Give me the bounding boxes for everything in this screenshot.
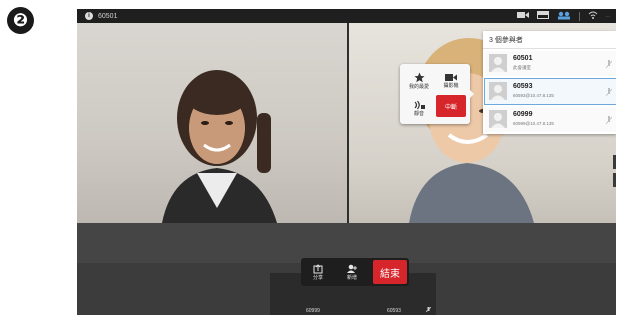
avatar-icon bbox=[489, 110, 507, 128]
add-participant-button[interactable]: 新增 bbox=[335, 258, 369, 286]
participants-panel: 3 個參與者 60501 此會議室 60593 60593@10.47.8.13… bbox=[483, 31, 616, 134]
side-handle-bottom[interactable] bbox=[613, 173, 616, 187]
call-id: 60501 bbox=[98, 12, 118, 20]
info-icon[interactable]: i bbox=[85, 12, 93, 20]
share-label: 分享 bbox=[312, 274, 323, 281]
selfview-label-left: 60999 bbox=[306, 307, 320, 314]
drop-participant-button[interactable]: 中斷 bbox=[436, 95, 466, 117]
muted-mic-icon bbox=[425, 306, 432, 315]
mute-button[interactable]: 靜音 bbox=[402, 94, 436, 122]
favorite-button[interactable]: 我的最愛 bbox=[402, 67, 436, 95]
participant-address: 60593@10.47.8.135 bbox=[513, 93, 554, 98]
participant-name: 60593 bbox=[513, 83, 533, 90]
top-status-bar: i 60501 ... bbox=[77, 9, 616, 23]
camera-label: 攝影機 bbox=[443, 83, 459, 89]
muted-mic-icon bbox=[605, 85, 613, 103]
drop-label: 中斷 bbox=[444, 104, 457, 111]
participants-title: 3 個參與者 bbox=[483, 31, 616, 49]
top-icons-group: ... bbox=[516, 10, 610, 22]
avatar-icon bbox=[489, 82, 507, 100]
muted-mic-icon bbox=[605, 57, 613, 75]
popup-arrow bbox=[470, 90, 474, 98]
side-handle-top[interactable] bbox=[613, 155, 616, 169]
muted-mic-icon bbox=[605, 113, 613, 131]
add-label: 新增 bbox=[346, 274, 357, 281]
call-controls-bar: 分享 新增 結束 bbox=[301, 258, 409, 286]
video-call-screen: i 60501 ... 分享 新增 結束 60999 60593 我的最愛 攝影… bbox=[77, 9, 616, 315]
end-call-button[interactable]: 結束 bbox=[373, 260, 407, 284]
participants-icon[interactable] bbox=[557, 11, 571, 22]
mute-audio-icon bbox=[414, 100, 425, 109]
lower-band bbox=[77, 223, 616, 263]
add-user-icon bbox=[347, 264, 357, 273]
mute-label: 靜音 bbox=[413, 110, 424, 117]
participant-name: 60501 bbox=[513, 55, 533, 62]
step-number: ❷ bbox=[12, 10, 29, 30]
favorite-label: 我的最愛 bbox=[408, 84, 429, 90]
star-icon bbox=[414, 72, 424, 83]
layout-icon[interactable] bbox=[536, 11, 549, 21]
remote-video-left bbox=[77, 23, 347, 223]
participant-row[interactable]: 60999 60999@10.47.8.135 bbox=[485, 107, 616, 132]
participant-action-popup: 我的最愛 攝影機 靜音 中斷 bbox=[400, 64, 474, 124]
share-button[interactable]: 分享 bbox=[301, 258, 335, 286]
step-number-badge: ❷ bbox=[7, 7, 34, 34]
selfview-labels: 60999 60593 bbox=[270, 306, 436, 315]
person-left-image bbox=[162, 70, 277, 223]
camera-icon[interactable] bbox=[516, 11, 529, 21]
topbar-right-text: ... bbox=[605, 13, 610, 19]
participant-row[interactable]: 60501 此會議室 bbox=[485, 51, 616, 76]
selfview-label-right: 60593 bbox=[387, 307, 401, 314]
participant-row-selected[interactable]: 60593 60593@10.47.8.135 bbox=[484, 78, 616, 105]
end-call-label: 結束 bbox=[380, 268, 400, 280]
lower-panel: 分享 新增 結束 bbox=[77, 223, 616, 315]
participant-name: 60999 bbox=[513, 111, 533, 118]
signal-icon[interactable] bbox=[588, 10, 598, 22]
participant-address: 此會議室 bbox=[513, 65, 531, 70]
camera-button[interactable]: 攝影機 bbox=[434, 67, 468, 95]
divider bbox=[578, 11, 580, 21]
avatar-icon bbox=[489, 54, 507, 72]
share-icon bbox=[313, 263, 323, 273]
video-camera-icon bbox=[445, 74, 457, 81]
participant-address: 60999@10.47.8.135 bbox=[513, 121, 554, 126]
